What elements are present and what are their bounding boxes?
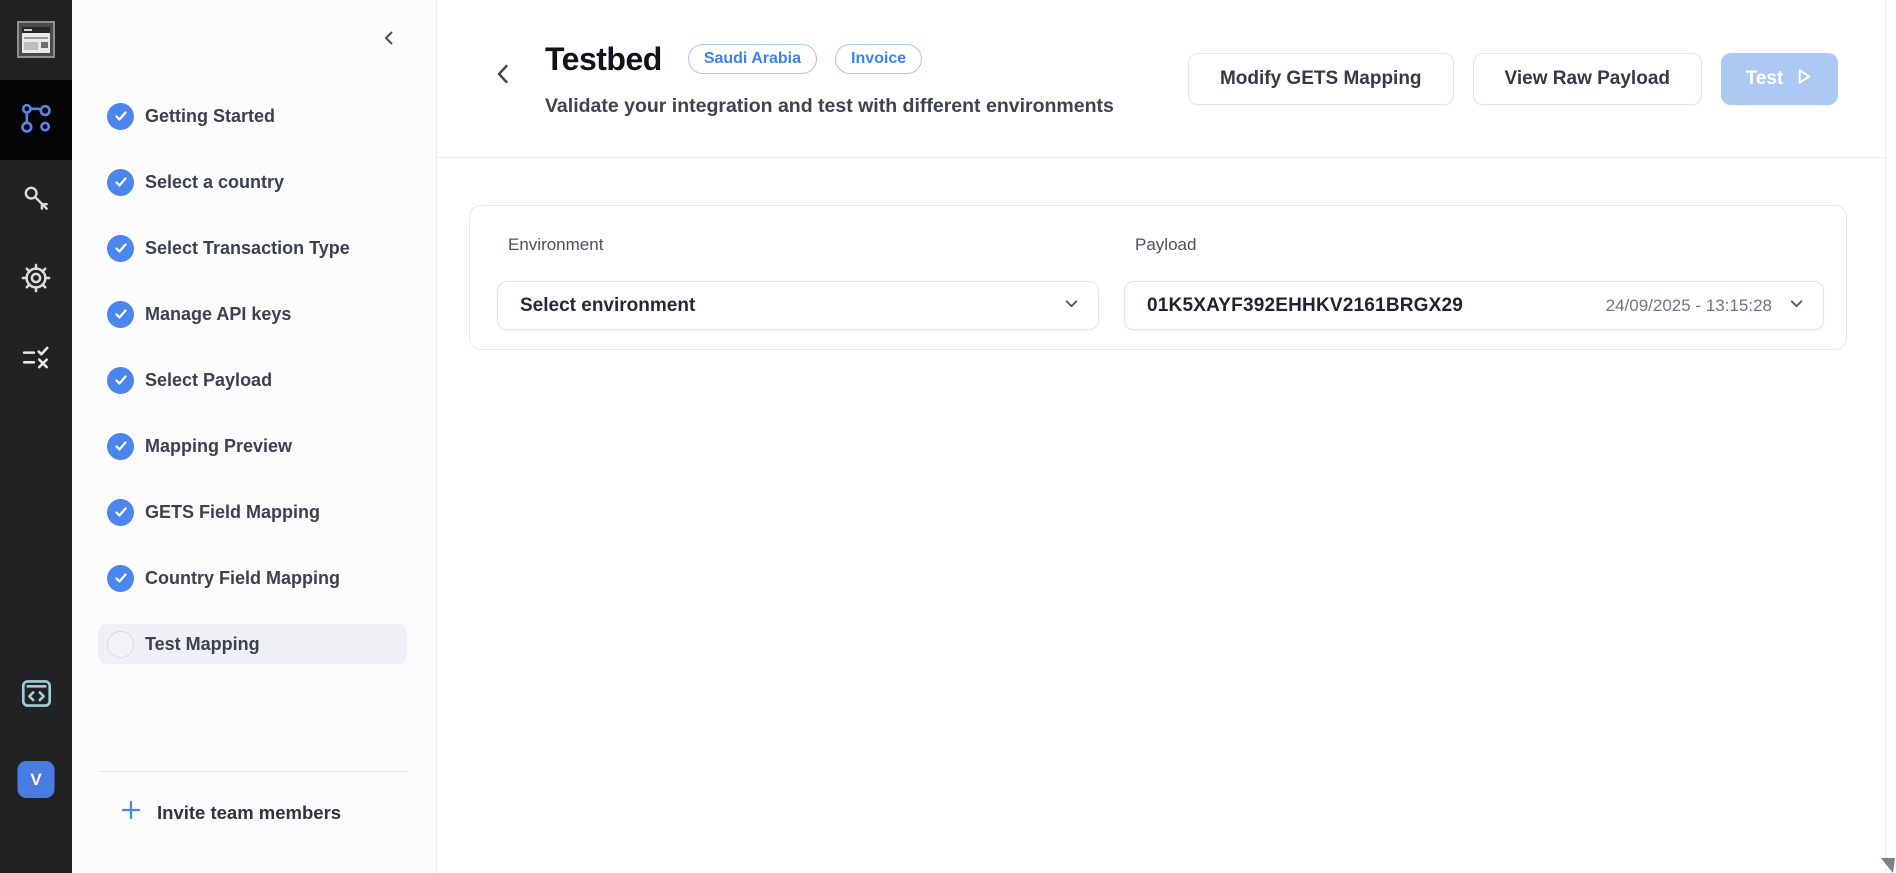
payload-label: Payload [1135, 235, 1197, 254]
rail-item-api-keys[interactable] [0, 160, 72, 240]
icon-rail: V [0, 0, 72, 873]
test-button-label: Test [1745, 68, 1784, 89]
step-status-icon [107, 432, 134, 460]
country-badge: Saudi Arabia [687, 44, 818, 74]
step-mapping-preview[interactable]: Mapping Preview [98, 426, 407, 466]
rail-item-validation-list[interactable] [0, 320, 72, 400]
user-avatar[interactable]: V [17, 761, 55, 798]
step-status-icon [107, 168, 134, 196]
badge-group: Saudi Arabia Invoice [687, 44, 923, 74]
back-button[interactable] [489, 60, 517, 90]
step-select-payload[interactable]: Select Payload [98, 360, 407, 400]
app-logo[interactable] [17, 19, 55, 59]
main-content: Testbed Saudi Arabia Invoice Validate yo… [437, 0, 1885, 873]
collapse-sidebar-button[interactable] [376, 26, 402, 52]
step-status-icon [107, 300, 134, 328]
page-header: Testbed Saudi Arabia Invoice Validate yo… [437, 0, 1885, 158]
step-status-icon [107, 366, 134, 394]
step-status-icon [107, 498, 134, 526]
environment-select[interactable]: Select environment [497, 281, 1099, 330]
rail-nav [0, 80, 72, 400]
transaction-type-badge: Invoice [835, 44, 923, 74]
code-window-icon [20, 678, 53, 714]
sidebar-footer: Invite team members [72, 771, 436, 873]
payload-select[interactable]: 01K5XAYF392EHHKV2161BRGX29 24/09/2025 - … [1124, 281, 1824, 330]
environment-label: Environment [508, 235, 604, 254]
rail-item-developer[interactable] [0, 679, 72, 713]
rail-item-workflows[interactable] [0, 80, 72, 160]
payload-timestamp: 24/09/2025 - 13:15:28 [1605, 295, 1772, 315]
step-label: Getting Started [145, 105, 276, 126]
workflow-icon [20, 102, 52, 139]
step-getting-started[interactable]: Getting Started [98, 96, 407, 136]
chevron-left-icon [380, 29, 398, 50]
step-select-country[interactable]: Select a country [98, 162, 407, 202]
key-icon [21, 183, 51, 218]
steps-list: Getting Started Select a country Select … [72, 96, 436, 690]
step-label: Test Mapping [145, 633, 260, 654]
page-subtitle: Validate your integration and test with … [545, 95, 1114, 117]
steps-sidebar: Getting Started Select a country Select … [72, 0, 437, 873]
play-icon [1794, 67, 1813, 92]
modify-gets-mapping-button[interactable]: Modify GETS Mapping [1187, 53, 1454, 105]
invite-label: Invite team members [157, 801, 342, 823]
gear-icon [20, 262, 52, 299]
test-button[interactable]: Test [1721, 53, 1838, 105]
header-actions: Modify GETS Mapping View Raw Payload Tes… [1187, 53, 1838, 105]
mouse-cursor-artifact [1881, 858, 1895, 873]
step-select-transaction-type[interactable]: Select Transaction Type [98, 228, 407, 268]
step-status-icon [107, 564, 134, 592]
plus-icon [120, 799, 142, 826]
view-raw-payload-button[interactable]: View Raw Payload [1472, 53, 1702, 105]
step-label: GETS Field Mapping [145, 501, 320, 522]
step-gets-field-mapping[interactable]: GETS Field Mapping [98, 492, 407, 532]
step-test-mapping[interactable]: Test Mapping [98, 624, 407, 664]
step-manage-api-keys[interactable]: Manage API keys [98, 294, 407, 334]
chevron-down-icon [1063, 295, 1080, 317]
step-label: Select Transaction Type [145, 237, 350, 258]
step-label: Select a country [145, 171, 285, 192]
chevron-left-icon [491, 61, 515, 90]
step-status-icon [107, 630, 134, 658]
page-title: Testbed [545, 41, 662, 77]
step-label: Select Payload [145, 369, 273, 390]
step-label: Mapping Preview [145, 435, 293, 456]
test-configuration-card: Environment Select environment Payload 0… [469, 205, 1847, 350]
divider [99, 771, 409, 772]
scrollbar-track[interactable] [1885, 0, 1896, 873]
payload-selected-value: 01K5XAYF392EHHKV2161BRGX29 [1147, 294, 1464, 316]
app-window-icon [17, 21, 55, 63]
rail-item-settings[interactable] [0, 240, 72, 320]
step-status-icon [107, 234, 134, 262]
step-country-field-mapping[interactable]: Country Field Mapping [98, 558, 407, 598]
list-check-icon [21, 343, 51, 378]
step-status-icon [107, 102, 134, 130]
step-label: Country Field Mapping [145, 567, 340, 588]
chevron-down-icon [1788, 295, 1805, 317]
step-label: Manage API keys [145, 303, 292, 324]
title-block: Testbed Saudi Arabia Invoice Validate yo… [545, 40, 1114, 118]
invite-team-members-button[interactable]: Invite team members [72, 799, 436, 826]
environment-selected-value: Select environment [520, 294, 696, 316]
